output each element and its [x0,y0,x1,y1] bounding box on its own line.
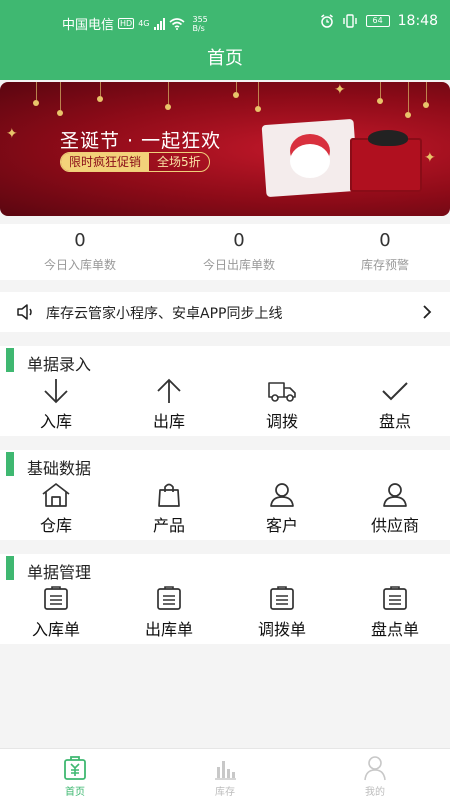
entry-outbound-button[interactable]: 出库 [113,376,225,432]
banner-promo: 限时疯狂促销 全场5折 [60,152,210,172]
gift-box-image [350,138,422,192]
warehouse-icon [42,483,70,507]
section-accent-bar [6,556,14,580]
entry-inbound-button[interactable]: 入库 [0,376,112,432]
bar-chart-icon [215,761,236,780]
banner-promo-left: 限时疯狂促销 [61,153,150,171]
section-title: 单据录入 [27,355,92,374]
arrow-down-icon [44,379,68,404]
user-icon [383,483,407,507]
sparkle-icon: ✦ [6,126,18,142]
carrier-name: 中国电信 [62,18,115,33]
speed-unit: B/s [192,23,205,33]
document-list-icon [157,586,181,610]
arrow-up-icon [157,378,181,403]
signal-icon [153,17,165,30]
section-document-management: 单据管理 入库单 出库单 调拨单 盘点单 [0,554,450,644]
network-speed: 355 B/s [193,15,208,33]
tab-label: 我的 [365,787,385,798]
home-yuan-icon [64,756,86,780]
notice-text: 库存云管家小程序、安卓APP同步上线 [46,306,283,322]
wifi-icon [168,17,185,30]
item-label: 盘点单 [370,620,419,639]
manage-stocktake-list-button[interactable]: 盘点单 [339,584,450,640]
item-label: 供应商 [370,516,419,535]
tab-home[interactable]: 首页 [0,749,150,800]
stat-value: 0 [233,230,245,251]
item-label: 调拨 [265,412,298,431]
stat-label: 今日入库单数 [43,258,116,272]
stat-stock-alert[interactable]: 0 库存预警 [310,230,450,273]
item-label: 盘点 [378,412,411,431]
hd-badge: HD [118,18,135,29]
network-type: 4G [138,19,150,28]
truck-icon [268,382,296,402]
check-icon [382,382,408,401]
section-title: 单据管理 [27,563,92,582]
item-label: 入库单 [31,620,80,639]
promo-banner[interactable]: ✦ ✦ ✦ 圣诞节 · 一起狂欢 限时疯狂促销 全场5折 [0,82,450,216]
item-label: 调拨单 [257,620,306,639]
entry-transfer-button[interactable]: 调拨 [226,376,338,432]
data-supplier-button[interactable]: 供应商 [339,480,450,536]
tab-label: 首页 [65,787,85,798]
manage-transfer-list-button[interactable]: 调拨单 [226,584,338,640]
tab-inventory[interactable]: 库存 [150,749,300,800]
item-label: 客户 [265,516,298,535]
santa-image [290,144,330,178]
chevron-right-icon [423,305,432,319]
speaker-icon [17,304,32,320]
section-accent-bar [6,348,14,372]
manage-outbound-list-button[interactable]: 出库单 [113,584,225,640]
tab-label: 库存 [215,787,235,798]
banner-title: 圣诞节 · 一起狂欢 [60,130,222,152]
clock: 18:48 [397,13,438,29]
battery-icon: 64 [365,15,390,27]
stat-label: 库存预警 [360,258,409,272]
section-basic-data: 基础数据 仓库 产品 客户 供应商 [0,450,450,540]
stat-outbound-today[interactable]: 0 今日出库单数 [164,230,314,273]
alarm-icon [320,14,333,28]
data-warehouse-button[interactable]: 仓库 [0,480,112,536]
user-icon [364,756,386,781]
title-bar: 首页 [0,44,450,80]
item-label: 出库 [152,412,185,431]
item-label: 出库单 [144,620,193,639]
document-list-icon [383,586,407,610]
stat-value: 0 [74,230,86,251]
user-icon [270,483,294,507]
tab-profile[interactable]: 我的 [300,749,450,800]
notice-bar[interactable]: 库存云管家小程序、安卓APP同步上线 [0,292,450,332]
stat-label: 今日出库单数 [202,258,275,272]
data-product-button[interactable]: 产品 [113,480,225,536]
item-label: 仓库 [39,516,72,535]
page-title: 首页 [207,48,243,69]
document-list-icon [270,586,294,610]
bottom-tab-bar: 首页 库存 我的 [0,748,450,800]
vibrate-icon [342,14,357,28]
item-label: 入库 [39,412,72,431]
section-title: 基础数据 [27,459,92,478]
item-label: 产品 [152,516,185,535]
speed-value: 355 [192,14,208,24]
sparkle-icon: ✦ [334,82,346,98]
sparkle-icon: ✦ [424,150,436,166]
manage-inbound-list-button[interactable]: 入库单 [0,584,112,640]
banner-promo-right: 全场5折 [157,155,201,169]
status-bar: 中国电信 HD 4G 355 B/s 64 18:48 [0,0,450,44]
document-list-icon [44,586,68,610]
section-document-entry: 单据录入 入库 出库 调拨 盘点 [0,346,450,436]
entry-stocktake-button[interactable]: 盘点 [339,376,450,432]
stat-value: 0 [379,230,391,251]
data-customer-button[interactable]: 客户 [226,480,338,536]
bow-image [368,130,408,146]
status-right: 64 18:48 [320,13,438,29]
stats-row: 0 今日入库单数 0 今日出库单数 0 库存预警 [0,224,450,280]
stat-inbound-today[interactable]: 0 今日入库单数 [5,230,155,273]
shopping-bag-icon [158,483,180,507]
section-accent-bar [6,452,14,476]
status-left: 中国电信 HD 4G 355 B/s [62,14,208,34]
